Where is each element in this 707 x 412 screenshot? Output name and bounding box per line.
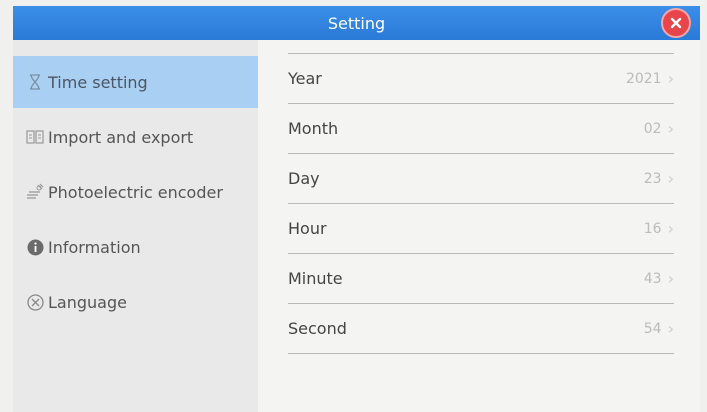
- row-label: Hour: [288, 219, 327, 238]
- sidebar-item-label: Language: [48, 292, 127, 312]
- info-icon: [26, 238, 44, 256]
- day-row[interactable]: Day 23 ›: [288, 154, 674, 203]
- sidebar-item-label: Photoelectric encoder: [48, 182, 223, 202]
- month-row[interactable]: Month 02 ›: [288, 104, 674, 153]
- row-value: 43: [643, 270, 662, 287]
- sidebar-item-label: Time setting: [48, 72, 148, 92]
- sidebar-item-information[interactable]: Information: [13, 221, 258, 273]
- chevron-right-icon: ›: [667, 119, 674, 138]
- row-value: 16: [643, 220, 662, 237]
- year-row[interactable]: Year 2021 ›: [288, 54, 674, 103]
- sidebar-item-import-export[interactable]: Import and export: [13, 111, 258, 163]
- language-icon: [26, 293, 44, 311]
- row-value: 23: [643, 170, 662, 187]
- row-label: Second: [288, 319, 347, 338]
- row-value: 02: [643, 120, 662, 137]
- close-icon: [670, 17, 682, 29]
- time-settings-panel: Year 2021 › Month 02 › Day 23 › Hour 16 › Mi…: [258, 40, 700, 412]
- chevron-right-icon: ›: [667, 319, 674, 338]
- row-label: Minute: [288, 269, 343, 288]
- minute-row[interactable]: Minute 43 ›: [288, 254, 674, 303]
- chevron-right-icon: ›: [667, 69, 674, 88]
- hourglass-icon: [26, 73, 44, 91]
- sidebar-item-label: Information: [48, 237, 141, 257]
- second-row[interactable]: Second 54 ›: [288, 304, 674, 353]
- divider: [288, 353, 674, 354]
- sidebar-item-time-setting[interactable]: Time setting: [13, 56, 258, 108]
- row-label: Month: [288, 119, 339, 138]
- row-value: 54: [643, 320, 662, 337]
- sidebar-item-photoelectric-encoder[interactable]: Photoelectric encoder: [13, 166, 258, 218]
- title-bar: Setting: [13, 6, 700, 40]
- sidebar: Time setting Import and export Photoelec…: [13, 40, 258, 412]
- close-button[interactable]: [661, 8, 691, 38]
- sidebar-item-label: Import and export: [48, 127, 194, 147]
- chevron-right-icon: ›: [667, 169, 674, 188]
- row-value: 2021: [625, 70, 662, 87]
- import-export-icon: [26, 128, 44, 146]
- encoder-icon: [26, 183, 44, 201]
- row-label: Day: [288, 169, 320, 188]
- chevron-right-icon: ›: [667, 269, 674, 288]
- window-title: Setting: [327, 13, 386, 33]
- sidebar-item-language[interactable]: Language: [13, 276, 258, 328]
- chevron-right-icon: ›: [667, 219, 674, 238]
- row-label: Year: [288, 69, 322, 88]
- hour-row[interactable]: Hour 16 ›: [288, 204, 674, 253]
